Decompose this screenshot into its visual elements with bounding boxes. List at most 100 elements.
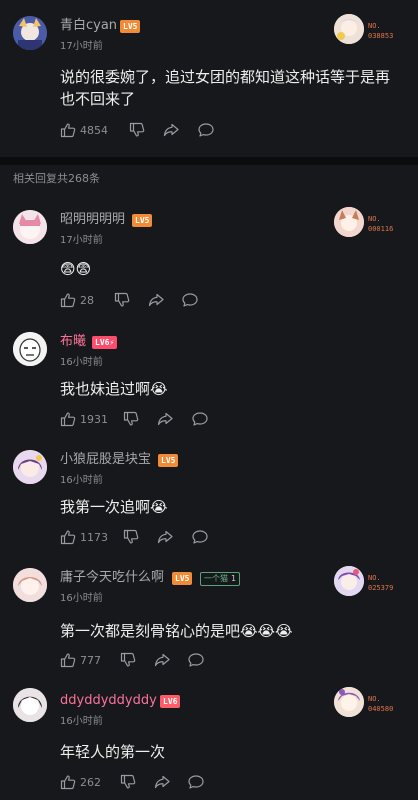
comment-text: 年轻人的第一次 xyxy=(60,743,166,761)
dislike-button[interactable] xyxy=(123,529,139,547)
like-count: 1173 xyxy=(80,531,108,544)
thumbs-up-icon xyxy=(60,411,76,427)
fan-number-badge[interactable]: NO. 040580 xyxy=(334,687,404,721)
reply-button[interactable] xyxy=(188,652,204,670)
badge-avatar-icon xyxy=(334,687,364,717)
like-button[interactable]: 262 xyxy=(60,774,101,792)
thumbs-down-icon xyxy=(123,529,139,545)
username[interactable]: 昭明明明明 xyxy=(60,212,125,228)
comment-text: 第一次都是刻骨铭心的是吧😭😭😭 xyxy=(60,622,293,640)
thumbs-down-icon xyxy=(120,652,136,668)
comment-text: 😨😨 xyxy=(60,260,92,278)
avatar[interactable] xyxy=(13,210,47,244)
reply-button[interactable] xyxy=(198,122,214,140)
username[interactable]: ddyddyddyddy xyxy=(60,693,157,709)
badge-number: 025379 xyxy=(368,584,394,592)
comment-text: 我第一次追啊😭 xyxy=(60,498,168,516)
fan-medal-level: 1 xyxy=(231,574,237,583)
fan-number-badge[interactable]: NO. 000116 xyxy=(334,207,404,241)
reply-bubble-icon xyxy=(188,774,204,790)
like-button[interactable]: 28 xyxy=(60,292,94,310)
timestamp: 16小时前 xyxy=(60,716,103,727)
level-badge: LV6⚡ xyxy=(92,336,118,349)
badge-no-label: NO. xyxy=(368,215,381,223)
share-button[interactable] xyxy=(154,774,170,792)
username[interactable]: 小狼屁股是块宝 xyxy=(60,452,151,468)
badge-no-label: NO. xyxy=(368,574,381,582)
badge-avatar-icon xyxy=(334,207,364,237)
avatar[interactable] xyxy=(13,450,47,484)
timestamp: 17小时前 xyxy=(60,41,103,52)
like-count: 777 xyxy=(80,654,101,667)
dislike-button[interactable] xyxy=(114,292,130,310)
reply-bubble-icon xyxy=(182,292,198,308)
like-count: 262 xyxy=(80,776,101,789)
reply-bubble-icon xyxy=(198,122,214,138)
badge-avatar-icon xyxy=(334,566,364,596)
username[interactable]: 青白cyan xyxy=(60,18,117,34)
share-icon xyxy=(148,292,164,308)
badge-number: 000116 xyxy=(368,225,394,233)
share-button[interactable] xyxy=(163,122,179,140)
like-button[interactable]: 1931 xyxy=(60,411,108,429)
share-icon xyxy=(157,529,173,545)
badge-number: 040580 xyxy=(368,705,394,713)
reply-bubble-icon xyxy=(188,652,204,668)
share-icon xyxy=(154,652,170,668)
share-button[interactable] xyxy=(148,292,164,310)
replies-count-header: 相关回复共268条 xyxy=(13,172,100,185)
username[interactable]: 庸子今天吃什么啊 xyxy=(60,570,164,586)
badge-no-label: NO. xyxy=(368,695,381,703)
fan-number-badge[interactable]: NO. 025379 xyxy=(334,566,404,600)
comment-actions: 1931 xyxy=(60,411,380,429)
share-icon xyxy=(154,774,170,790)
fan-medal-name: 一个猫 xyxy=(204,574,228,583)
reply-bubble-icon xyxy=(192,411,208,427)
reply-bubble-icon xyxy=(192,529,208,545)
share-icon xyxy=(157,411,173,427)
thumbs-down-icon xyxy=(120,774,136,790)
dislike-button[interactable] xyxy=(123,411,139,429)
reply-button[interactable] xyxy=(188,774,204,792)
section-divider xyxy=(0,157,418,165)
like-button[interactable]: 777 xyxy=(60,652,101,670)
dislike-button[interactable] xyxy=(129,122,145,140)
share-icon xyxy=(163,122,179,138)
timestamp: 16小时前 xyxy=(60,475,103,486)
badge-avatar-icon xyxy=(334,14,364,44)
comment-text: 说的很委婉了，追过女团的都知道这种话等于是再也不回来了 xyxy=(60,68,391,108)
thumbs-up-icon xyxy=(60,122,76,138)
dislike-button[interactable] xyxy=(120,652,136,670)
comment-actions: 28 xyxy=(60,292,380,310)
avatar[interactable] xyxy=(13,688,47,722)
comment-actions: 4854 xyxy=(60,122,380,140)
comment-actions: 262 xyxy=(60,774,380,792)
reply-button[interactable] xyxy=(182,292,198,310)
fan-medal[interactable]: 一个猫 1 xyxy=(200,572,241,586)
reply-button[interactable] xyxy=(192,529,208,547)
badge-number: 038853 xyxy=(368,32,394,40)
thumbs-up-icon xyxy=(60,529,76,545)
share-button[interactable] xyxy=(157,529,173,547)
level-badge: LV5 xyxy=(120,20,141,33)
timestamp: 16小时前 xyxy=(60,593,103,604)
fan-number-badge[interactable]: NO. 038853 xyxy=(334,14,404,48)
like-button[interactable]: 1173 xyxy=(60,529,108,547)
avatar[interactable] xyxy=(13,568,47,602)
username[interactable]: 布曦 xyxy=(60,334,86,350)
share-button[interactable] xyxy=(154,652,170,670)
like-button[interactable]: 4854 xyxy=(60,122,108,140)
comment-actions: 777 xyxy=(60,652,380,670)
avatar[interactable] xyxy=(13,16,47,50)
share-button[interactable] xyxy=(157,411,173,429)
like-count: 4854 xyxy=(80,124,108,137)
level-badge: LV5 xyxy=(132,214,153,227)
avatar[interactable] xyxy=(13,332,47,366)
reply-button[interactable] xyxy=(192,411,208,429)
timestamp: 17小时前 xyxy=(60,235,103,246)
level-badge: LV6 xyxy=(160,695,181,708)
like-count: 28 xyxy=(80,294,94,307)
thumbs-up-icon xyxy=(60,774,76,790)
dislike-button[interactable] xyxy=(120,774,136,792)
level-badge: LV5 xyxy=(158,454,179,467)
